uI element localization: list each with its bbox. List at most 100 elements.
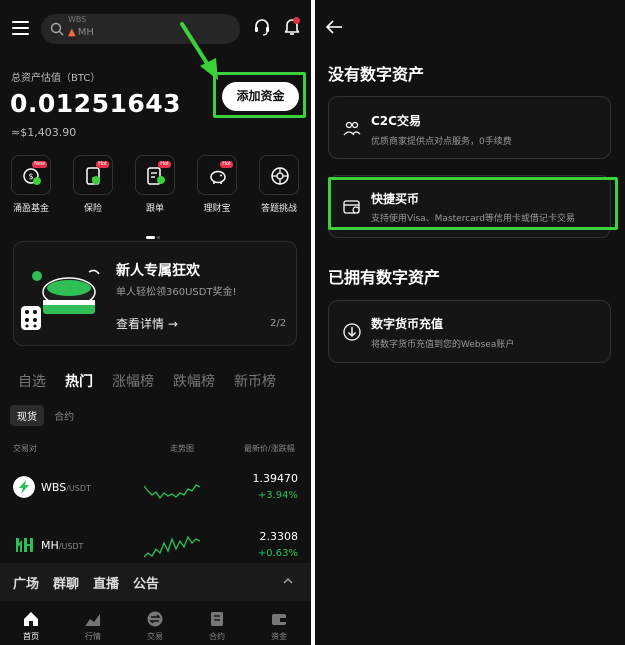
pair-base: WBS	[41, 481, 67, 494]
tab-futures[interactable]: 合约	[47, 405, 81, 426]
deposit-subtitle: 将数字货币充值到您的Websea账户	[371, 340, 515, 350]
quick-tag: Hot	[96, 161, 109, 168]
top-bar: WBS ▲ MH	[0, 10, 311, 46]
trade-icon	[147, 611, 163, 627]
quick-action-savings[interactable]: Hot 理财宝	[197, 155, 237, 214]
community-live[interactable]: 直播	[93, 573, 119, 592]
quick-action-label: 跟单	[145, 204, 164, 214]
back-arrow-icon[interactable]	[325, 19, 343, 35]
c2c-subtitle: 优质商家提供点对点服务，0手续费	[371, 137, 512, 147]
nav-label: 首页	[23, 632, 39, 641]
price-change: +3.94%	[257, 490, 298, 501]
quick-tag: Hot	[220, 161, 233, 168]
tab-hot[interactable]: 热门	[65, 374, 93, 390]
insurance-icon-box: Hot	[73, 155, 113, 195]
price-change: +0.63%	[257, 548, 298, 559]
tab-spot[interactable]: 现货	[10, 405, 44, 426]
fund-icon-box: $ New	[11, 155, 51, 195]
quick-action-copy-trade[interactable]: Hot 跟单	[135, 155, 175, 214]
home-screen: WBS ▲ MH 总资产估值（BTC） 0.01251643 ≈$1,403.90…	[0, 0, 311, 645]
total-asset-label: 总资产估值（BTC）	[11, 73, 101, 84]
community-square[interactable]: 广场	[13, 573, 39, 592]
chevron-up-icon[interactable]	[283, 576, 293, 584]
wbs-coin-icon	[13, 476, 35, 498]
pair-base: MH	[41, 539, 59, 552]
quick-action-fund[interactable]: $ New 涌盈基金	[11, 155, 51, 214]
nav-trade[interactable]: 交易	[135, 611, 175, 642]
c2c-icon	[343, 121, 361, 136]
add-funds-screen: 没有数字资产 C2C交易 优质商家提供点对点服务，0手续费 快捷买币 支持使用V…	[315, 0, 625, 645]
c2c-title: C2C交易	[371, 114, 421, 128]
promo-page-indicator: 2/2	[270, 318, 287, 329]
piggy-bank-icon-box: Hot	[197, 155, 237, 195]
contract-icon	[211, 612, 223, 626]
highlight-box	[328, 177, 618, 230]
promo-subtitle: 单人轻松领360USDT奖金!	[116, 287, 237, 298]
quick-action-quiz[interactable]: 答题挑战	[259, 155, 299, 214]
quick-action-label: 涌盈基金	[12, 204, 49, 214]
tab-gainers[interactable]: 涨幅榜	[112, 374, 154, 390]
notification-dot	[293, 17, 300, 24]
wallet-icon	[272, 614, 286, 625]
promo-title: 新人专属狂欢	[116, 263, 200, 279]
search-hint-2: ▲ MH	[68, 27, 94, 38]
quick-tag: New	[32, 161, 47, 168]
pair-name: WBS/USDT	[41, 481, 91, 494]
community-announcement[interactable]: 公告	[133, 573, 159, 592]
copy-trade-icon-box: Hot	[135, 155, 175, 195]
header-price: 最新价/涨跌幅	[244, 444, 295, 453]
nav-contract[interactable]: 合约	[197, 611, 237, 642]
svg-text:$: $	[28, 172, 33, 181]
nav-label: 行情	[85, 632, 101, 641]
add-funds-button[interactable]: 添加资金	[222, 82, 299, 111]
community-group-chat[interactable]: 群聊	[53, 573, 79, 592]
nav-home[interactable]: 首页	[11, 611, 51, 642]
nav-label: 交易	[147, 632, 163, 641]
pair-name: MH/USDT	[41, 539, 83, 552]
deposit-icon	[343, 323, 361, 341]
quick-action-label: 保险	[83, 204, 102, 214]
mh-coin-icon	[13, 534, 35, 556]
headset-icon[interactable]	[253, 18, 271, 36]
promo-illustration	[21, 269, 100, 330]
total-asset-value: 0.01251643	[10, 89, 182, 118]
deposit-title: 数字货币充值	[371, 317, 444, 331]
copy-trade-icon	[147, 167, 165, 185]
tab-new-listings[interactable]: 新币榜	[234, 374, 276, 390]
nav-funds[interactable]: 资金	[259, 611, 299, 642]
quick-tag: Hot	[158, 161, 171, 168]
search-hint-2-text: MH	[77, 27, 94, 38]
total-asset-usd: ≈$1,403.90	[11, 126, 77, 139]
header-trend: 走势图	[170, 444, 194, 453]
menu-icon[interactable]	[12, 21, 29, 35]
header-pair: 交易对	[13, 444, 37, 453]
piggy-bank-icon	[210, 170, 226, 184]
chart-icon	[86, 614, 100, 626]
search-hint-1: WBS	[68, 15, 87, 24]
fund-icon: $	[23, 168, 41, 185]
last-price: 2.3308	[259, 530, 299, 543]
promo-detail-link[interactable]: 查看详情 →	[116, 315, 178, 332]
section-no-assets: 没有数字资产	[328, 65, 425, 84]
pair-quote: /USDT	[66, 484, 91, 493]
quick-action-label: 答题挑战	[260, 204, 297, 214]
fire-icon: ▲	[68, 27, 76, 38]
sub-tabs: 现货 合约	[10, 405, 81, 426]
last-price: 1.39470	[252, 472, 299, 485]
tab-favorites[interactable]: 自选	[18, 374, 46, 390]
c2c-option[interactable]: C2C交易 优质商家提供点对点服务，0手续费	[328, 96, 611, 159]
nav-market[interactable]: 行情	[73, 611, 113, 642]
community-bar: 广场 群聊 直播 公告	[0, 563, 311, 601]
nav-label: 合约	[209, 632, 225, 641]
promo-banner[interactable]: 新人专属狂欢 单人轻松领360USDT奖金! 查看详情 → 2/2	[13, 241, 297, 346]
market-row-wbs[interactable]: WBS/USDT 1.39470 +3.94%	[0, 467, 311, 517]
quiz-icon	[271, 167, 289, 185]
market-tabs: 自选 热门 涨幅榜 跌幅榜 新币榜	[18, 371, 295, 391]
tab-losers[interactable]: 跌幅榜	[173, 374, 215, 390]
sparkline-chart	[144, 484, 200, 500]
quick-action-insurance[interactable]: Hot 保险	[73, 155, 113, 214]
crypto-deposit-option[interactable]: 数字货币充值 将数字货币充值到您的Websea账户	[328, 300, 611, 363]
home-icon	[24, 612, 38, 626]
insurance-icon	[86, 167, 100, 185]
screenshot: WBS ▲ MH 总资产估值（BTC） 0.01251643 ≈$1,403.90…	[0, 0, 625, 645]
